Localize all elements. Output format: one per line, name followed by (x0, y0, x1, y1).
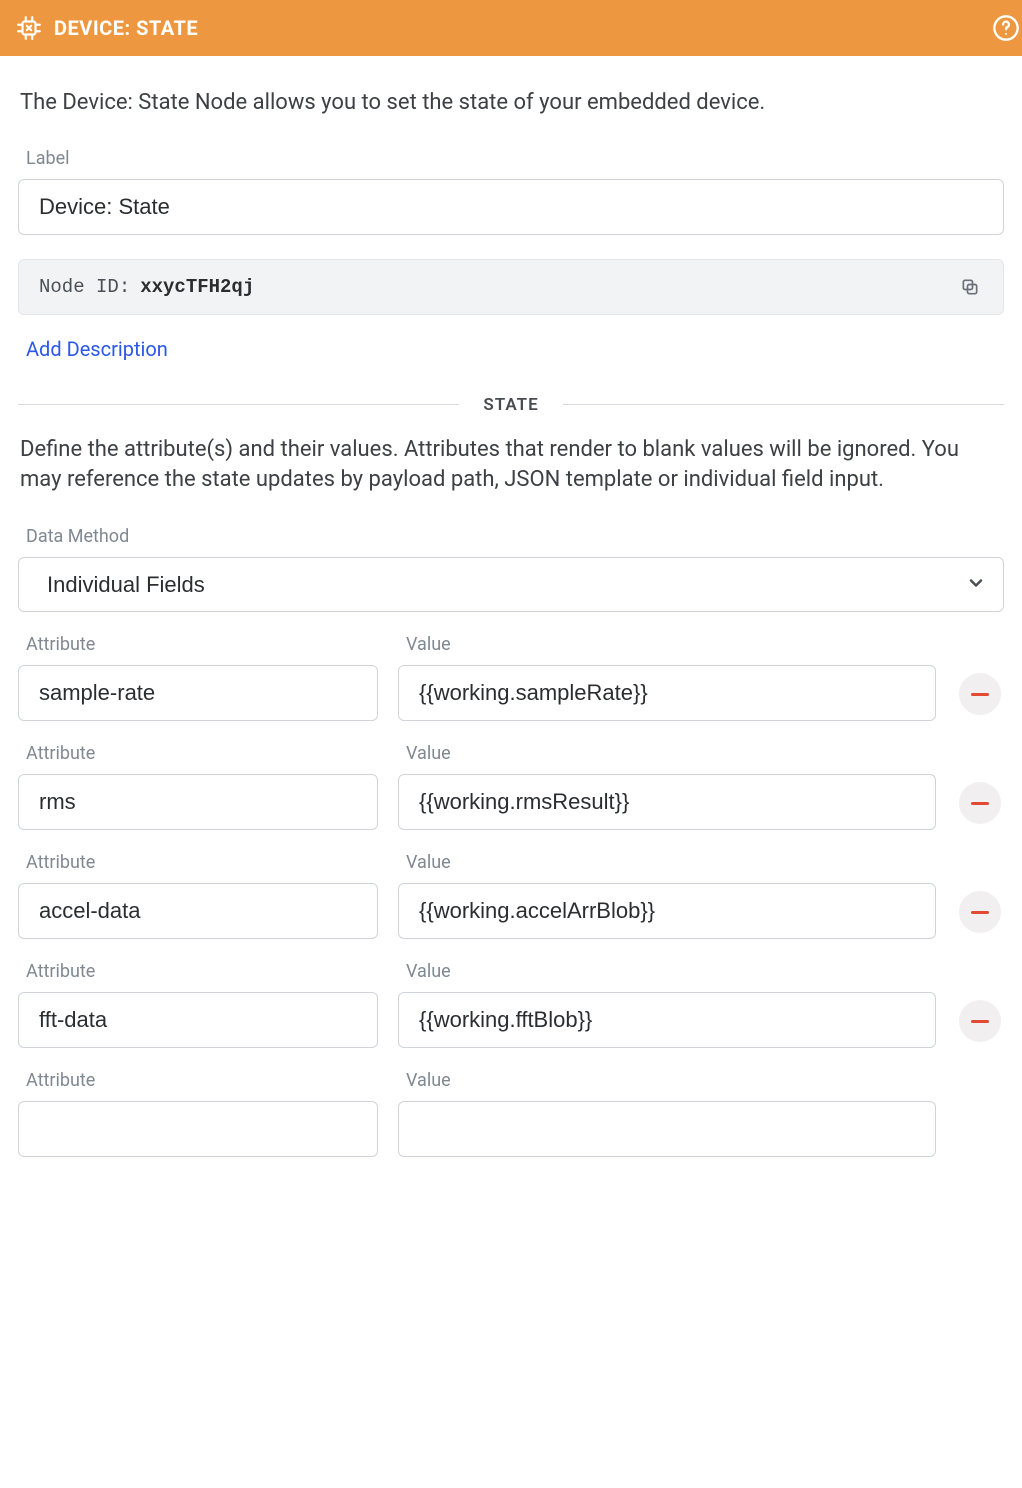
attribute-input[interactable] (18, 665, 378, 721)
panel-header: DEVICE: STATE (0, 0, 1022, 56)
data-method-select[interactable]: Individual Fields (18, 557, 1004, 612)
attribute-value-row: Attribute Value (18, 634, 1004, 721)
attribute-value-list: Attribute Value Attribute Value Attribute Val… (18, 634, 1004, 1157)
attribute-value-row: Attribute Value (18, 1070, 1004, 1157)
copy-icon (960, 277, 980, 297)
attribute-column-label: Attribute (26, 961, 378, 982)
value-column-label: Value (406, 1070, 936, 1091)
attribute-value-row: Attribute Value (18, 852, 1004, 939)
label-input[interactable] (18, 179, 1004, 235)
attribute-column-label: Attribute (26, 1070, 378, 1091)
remove-row-button[interactable] (959, 1000, 1001, 1042)
intro-text: The Device: State Node allows you to set… (20, 88, 1002, 118)
attribute-column-label: Attribute (26, 634, 378, 655)
node-id-caption: Node ID: (39, 276, 130, 298)
attribute-value-row: Attribute Value (18, 961, 1004, 1048)
attribute-input[interactable] (18, 1101, 378, 1157)
attribute-input[interactable] (18, 883, 378, 939)
value-input[interactable] (398, 1101, 936, 1157)
attribute-column-label: Attribute (26, 743, 378, 764)
value-input[interactable] (398, 774, 936, 830)
value-column-label: Value (406, 961, 936, 982)
value-input[interactable] (398, 665, 936, 721)
minus-icon (971, 693, 989, 696)
add-description-link[interactable]: Add Description (26, 337, 168, 361)
minus-icon (971, 911, 989, 914)
help-icon[interactable] (992, 14, 1020, 42)
state-section-description: Define the attribute(s) and their values… (20, 435, 1002, 497)
label-caption: Label (26, 148, 1004, 169)
minus-icon (971, 802, 989, 805)
chip-icon (16, 15, 42, 41)
attribute-value-row: Attribute Value (18, 743, 1004, 830)
attribute-input[interactable] (18, 992, 378, 1048)
value-column-label: Value (406, 634, 936, 655)
node-id-box: Node ID: xxycTFH2qj (18, 259, 1004, 315)
state-section-divider: STATE (18, 395, 1004, 415)
node-id-value: xxycTFH2qj (140, 276, 254, 298)
attribute-input[interactable] (18, 774, 378, 830)
state-section-title: STATE (459, 395, 562, 415)
remove-row-button[interactable] (959, 782, 1001, 824)
remove-row-button[interactable] (959, 673, 1001, 715)
value-input[interactable] (398, 992, 936, 1048)
data-method-caption: Data Method (26, 526, 1004, 547)
value-column-label: Value (406, 852, 936, 873)
minus-icon (971, 1020, 989, 1023)
attribute-column-label: Attribute (26, 852, 378, 873)
remove-row-button[interactable] (959, 891, 1001, 933)
value-column-label: Value (406, 743, 936, 764)
panel-title: DEVICE: STATE (54, 16, 198, 40)
value-input[interactable] (398, 883, 936, 939)
copy-node-id-button[interactable] (957, 274, 983, 300)
